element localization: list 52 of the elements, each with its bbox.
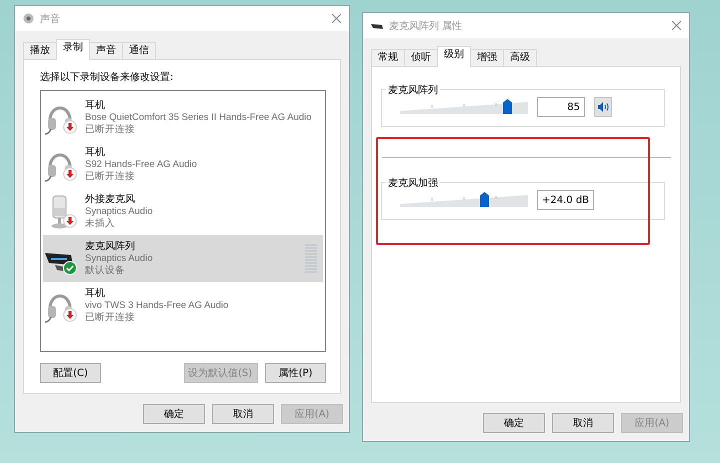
- disconnected-badge-icon: [63, 166, 77, 180]
- slider-thumb[interactable]: [503, 99, 512, 114]
- webcam-bar-icon: [371, 22, 383, 30]
- dialog-button[interactable]: 确定: [143, 404, 205, 424]
- device-description: vivo TWS 3 Hands-Free AG Audio: [85, 300, 228, 312]
- level-value-field[interactable]: 85: [537, 97, 585, 117]
- disconnected-badge-icon: [63, 214, 77, 228]
- default-check-icon: [63, 260, 77, 274]
- tab[interactable]: 录制: [56, 39, 90, 60]
- dialog-button[interactable]: 取消: [552, 413, 614, 433]
- group-label: 麦克风加强: [386, 176, 440, 190]
- mute-button[interactable]: [594, 97, 612, 117]
- disconnected-badge-icon: [63, 308, 77, 322]
- action-button[interactable]: 属性(P): [265, 363, 326, 383]
- tab[interactable]: 常规: [371, 49, 405, 66]
- close-icon[interactable]: [672, 21, 681, 30]
- device-description: Bose QuietComfort 35 Series II Hands-Free AG Audio: [85, 112, 312, 124]
- device-description: S92 Hands-Free AG Audio: [85, 158, 197, 170]
- device-name: 耳机: [85, 100, 106, 112]
- close-icon[interactable]: [332, 14, 341, 23]
- tab[interactable]: 高级: [503, 49, 537, 66]
- device-status: 默认设备: [85, 264, 126, 276]
- disconnected-badge-icon: [63, 120, 77, 134]
- tab[interactable]: 通信: [122, 42, 156, 59]
- instruction-text: 选择以下录制设备来修改设置:: [40, 70, 174, 84]
- dialog-button[interactable]: 取消: [212, 404, 274, 424]
- window-title: 麦克风阵列 属性: [389, 20, 462, 32]
- window-title: 声音: [40, 12, 60, 26]
- device-row[interactable]: 耳机 Bose QuietComfort 35 Series II Hands-Free AG Audio 已断开连接: [43, 94, 323, 141]
- device-status: 已断开连接: [85, 170, 136, 182]
- slider-thumb[interactable]: [480, 192, 489, 207]
- device-description: Synaptics Audio: [85, 252, 153, 264]
- dialog-button[interactable]: 确定: [483, 413, 545, 433]
- device-name: 麦克风阵列: [85, 240, 136, 252]
- action-button[interactable]: 配置(C): [40, 363, 101, 383]
- device-name: 耳机: [85, 146, 106, 158]
- group-label: 麦克风阵列: [386, 83, 440, 97]
- device-row[interactable]: 麦克风阵列 Synaptics Audio 默认设备: [43, 235, 323, 282]
- tab[interactable]: 级别: [437, 46, 471, 67]
- speaker-icon: [23, 13, 34, 24]
- device-row[interactable]: 耳机 S92 Hands-Free AG Audio 已断开连接: [43, 141, 323, 188]
- device-status: 已断开连接: [85, 124, 136, 136]
- device-status: 已断开连接: [85, 312, 136, 324]
- level-value-field[interactable]: +24.0 dB: [537, 190, 594, 210]
- device-description: Synaptics Audio: [85, 206, 153, 218]
- device-row[interactable]: 耳机 vivo TWS 3 Hands-Free AG Audio 已断开连接: [43, 282, 323, 329]
- tab[interactable]: 播放: [23, 42, 57, 59]
- device-row[interactable]: 外接麦克风 Synaptics Audio 未插入: [43, 188, 323, 235]
- device-name: 耳机: [85, 288, 106, 300]
- speaker-icon: [598, 102, 608, 112]
- device-status: 未插入: [85, 218, 116, 230]
- device-name: 外接麦克风: [85, 194, 136, 206]
